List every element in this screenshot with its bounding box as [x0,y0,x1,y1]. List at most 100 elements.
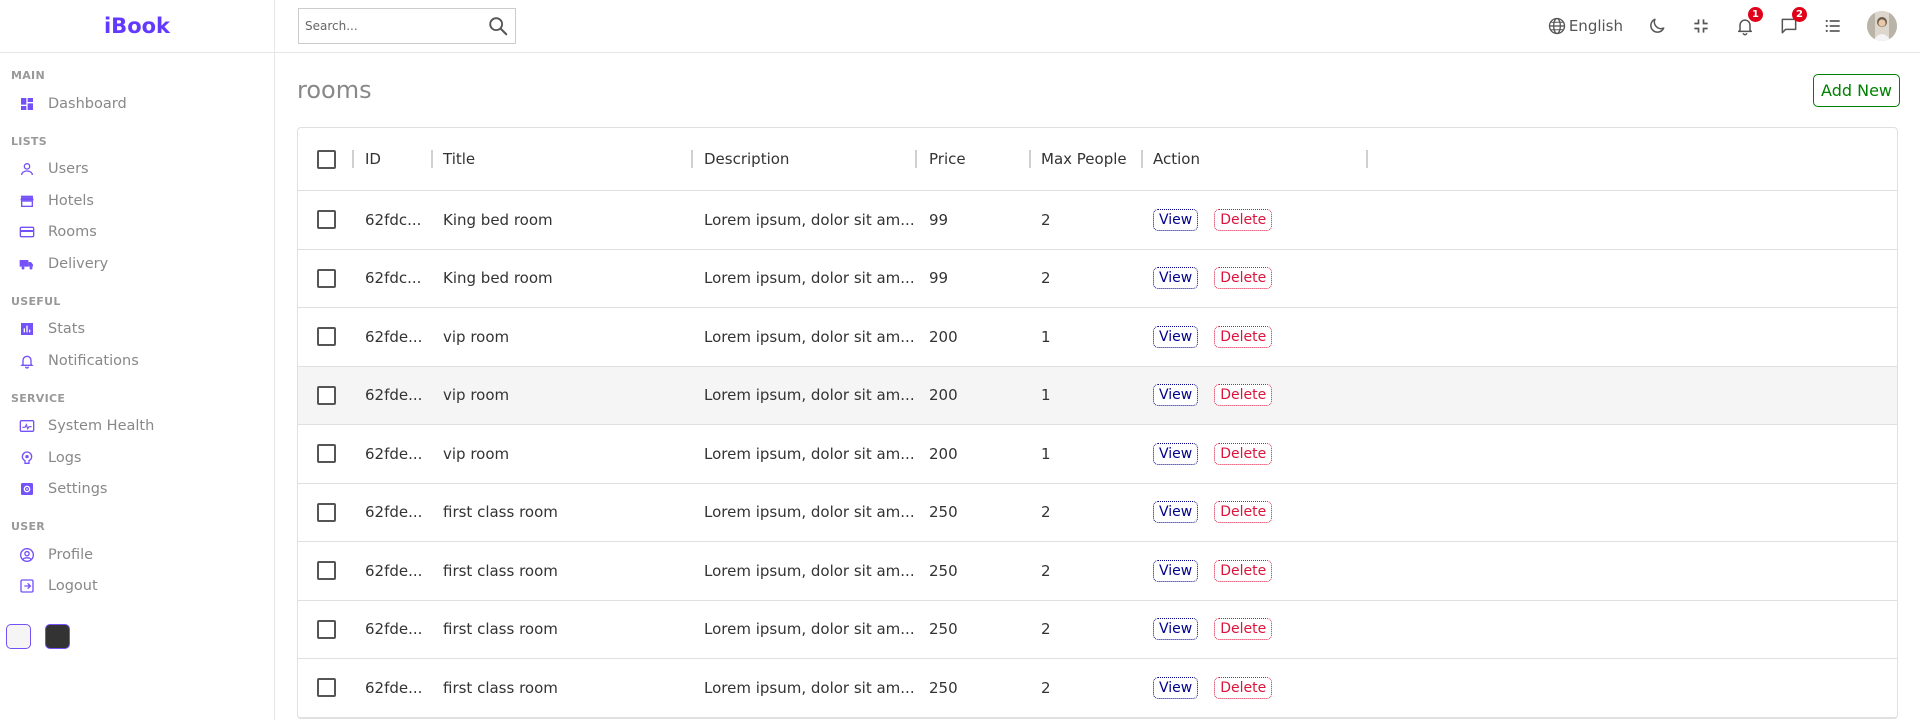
column-header-title[interactable]: Title [433,128,693,190]
sidebar-item-settings[interactable]: Settings [11,474,274,506]
cell-description[interactable]: Lorem ipsum, dolor sit am... [693,308,917,366]
cell-title[interactable]: vip room [433,308,693,366]
row-checkbox[interactable] [316,678,336,698]
row-checkbox[interactable] [316,268,336,288]
messages-button[interactable]: 2 [1779,7,1807,36]
sidebar-item-logout[interactable]: Logout [11,571,274,603]
row-checkbox[interactable] [316,385,336,405]
cell-max-people[interactable]: 2 [1031,601,1143,659]
delete-button[interactable]: Delete [1214,442,1273,465]
view-button[interactable]: View [1153,267,1199,290]
cell-id[interactable]: 62fdc... [354,191,433,249]
row-checkbox[interactable] [316,444,336,464]
avatar[interactable] [1867,11,1897,41]
row-checkbox[interactable] [316,210,336,230]
cell-price[interactable]: 200 [917,308,1031,366]
view-button[interactable]: View [1153,501,1199,524]
table-row[interactable]: 62fde... vip room Lorem ipsum, dolor sit… [298,425,1897,484]
cell-id[interactable]: 62fde... [354,542,433,600]
view-button[interactable]: View [1153,384,1199,407]
light-theme-option[interactable] [6,624,31,649]
delete-button[interactable]: Delete [1214,618,1273,641]
cell-max-people[interactable]: 1 [1031,425,1143,483]
delete-button[interactable]: Delete [1214,501,1273,524]
sidebar-item-profile[interactable]: Profile [11,539,274,571]
sidebar-item-system-health[interactable]: System Health [11,411,274,443]
table-row[interactable]: 62fde... first class room Lorem ipsum, d… [298,601,1897,659]
cell-max-people[interactable]: 2 [1031,250,1143,308]
language-selector[interactable]: English [1547,16,1623,36]
row-checkbox[interactable] [316,327,336,347]
row-checkbox[interactable] [316,502,336,522]
sidebar-item-notifications[interactable]: Notifications [11,345,274,377]
cell-description[interactable]: Lorem ipsum, dolor sit am... [693,250,917,308]
cell-title[interactable]: first class room [433,484,693,542]
cell-id[interactable]: 62fde... [354,308,433,366]
cell-title[interactable]: King bed room [433,250,693,308]
column-header-price[interactable]: Price [917,128,1031,190]
cell-description[interactable]: Lorem ipsum, dolor sit am... [693,367,917,425]
cell-max-people[interactable]: 1 [1031,308,1143,366]
table-row[interactable]: 62fdc... King bed room Lorem ipsum, dolo… [298,191,1897,250]
cell-id[interactable]: 62fde... [354,659,433,717]
cell-price[interactable]: 250 [917,542,1031,600]
app-logo[interactable]: iBook [104,14,170,38]
cell-price[interactable]: 250 [917,484,1031,542]
fullscreen-toggle[interactable] [1691,16,1711,36]
column-separator[interactable] [1366,150,1368,168]
cell-price[interactable]: 250 [917,601,1031,659]
cell-id[interactable]: 62fde... [354,601,433,659]
cell-description[interactable]: Lorem ipsum, dolor sit am... [693,601,917,659]
table-row[interactable]: 62fde... vip room Lorem ipsum, dolor sit… [298,366,1897,425]
view-button[interactable]: View [1153,325,1199,348]
cell-price[interactable]: 200 [917,367,1031,425]
delete-button[interactable]: Delete [1214,325,1273,348]
select-all-checkbox[interactable] [316,149,336,169]
cell-price[interactable]: 200 [917,425,1031,483]
table-row[interactable]: 62fde... first class room Lorem ipsum, d… [298,484,1897,542]
row-checkbox[interactable] [316,619,336,639]
list-menu-button[interactable] [1823,16,1843,36]
delete-button[interactable]: Delete [1214,384,1273,407]
cell-id[interactable]: 62fdc... [354,250,433,308]
cell-title[interactable]: King bed room [433,191,693,249]
sidebar-item-dashboard[interactable]: Dashboard [11,88,274,120]
delete-button[interactable]: Delete [1214,559,1273,582]
delete-button[interactable]: Delete [1214,267,1273,290]
column-header-id[interactable]: ID [354,128,433,190]
cell-max-people[interactable]: 2 [1031,542,1143,600]
add-new-button[interactable]: Add New [1813,73,1900,107]
cell-title[interactable]: vip room [433,367,693,425]
cell-description[interactable]: Lorem ipsum, dolor sit am... [693,659,917,717]
dark-theme-option[interactable] [45,624,70,649]
sidebar-item-hotels[interactable]: Hotels [11,185,274,217]
table-row[interactable]: 62fde... first class room Lorem ipsum, d… [298,659,1897,718]
search-icon[interactable] [487,15,509,37]
cell-description[interactable]: Lorem ipsum, dolor sit am... [693,484,917,542]
table-row[interactable]: 62fde... first class room Lorem ipsum, d… [298,542,1897,601]
row-checkbox[interactable] [316,561,336,581]
dark-mode-toggle[interactable] [1647,16,1667,36]
cell-title[interactable]: first class room [433,601,693,659]
table-row[interactable]: 62fde... vip room Lorem ipsum, dolor sit… [298,308,1897,367]
view-button[interactable]: View [1153,618,1199,641]
sidebar-item-logs[interactable]: Logs [11,442,274,474]
column-header-action[interactable]: Action [1143,128,1368,190]
column-header-max-people[interactable]: Max People [1031,128,1143,190]
view-button[interactable]: View [1153,559,1199,582]
delete-button[interactable]: Delete [1214,208,1273,231]
table-row[interactable]: 62fdc... King bed room Lorem ipsum, dolo… [298,250,1897,308]
cell-id[interactable]: 62fde... [354,425,433,483]
search-input[interactable] [305,19,487,33]
delete-button[interactable]: Delete [1214,676,1273,699]
column-header-description[interactable]: Description [693,128,917,190]
sidebar-item-delivery[interactable]: Delivery [11,248,274,280]
sidebar-item-stats[interactable]: Stats [11,314,274,346]
cell-max-people[interactable]: 2 [1031,659,1143,717]
cell-max-people[interactable]: 2 [1031,484,1143,542]
cell-max-people[interactable]: 1 [1031,367,1143,425]
cell-title[interactable]: vip room [433,425,693,483]
cell-price[interactable]: 99 [917,191,1031,249]
cell-description[interactable]: Lorem ipsum, dolor sit am... [693,425,917,483]
view-button[interactable]: View [1153,208,1199,231]
